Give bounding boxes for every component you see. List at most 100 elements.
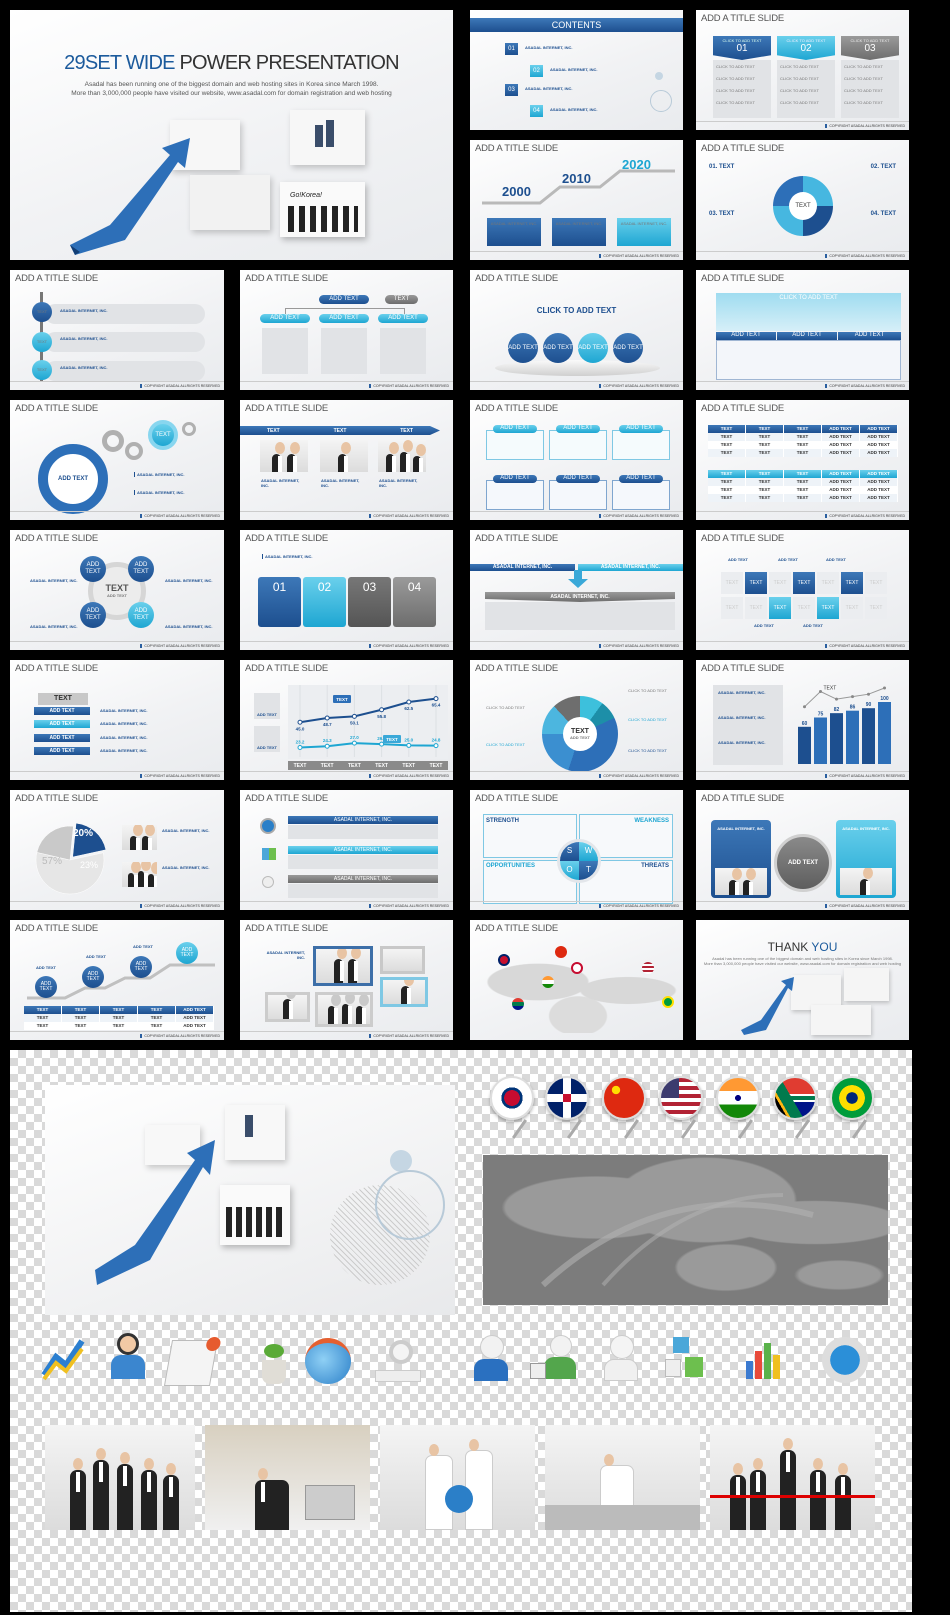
copyright: COPYRIGHT ASADAL ALLRIGHTS RESERVED [599,514,679,518]
column-header[interactable]: CLICK TO ADD TEXT 01 [713,36,771,60]
magnifier-book-icon [375,1340,421,1386]
grid-cell[interactable]: TEXT [793,572,815,594]
slide-donut[interactable]: ADD A TITLE SLIDE TEXT ADD TEXT CLICK TO … [470,660,683,780]
slide-pie[interactable]: ADD A TITLE SLIDE 20% 57% 23% ASADAL INT… [10,790,224,910]
slide-banners[interactable]: ADD A TITLE SLIDE ASADAL INTERNET, INC. … [240,790,453,910]
org-node[interactable]: ADD TEXT [378,314,428,323]
step-sphere[interactable]: ADD TEXT [35,976,57,998]
merge-band-right: ASADAL INTERNET, INC. [578,564,683,571]
contents-item-1[interactable]: 01 [505,43,518,55]
slide-world-map[interactable]: ADD A TITLE SLIDE [470,920,683,1040]
slide-bar-chart[interactable]: ADD A TITLE SLIDE ASADAL INTERNET, INC. … [696,660,909,780]
box-tab[interactable]: ADD TEXT [493,425,537,433]
slide-six-boxes[interactable]: ADD A TITLE SLIDE ADD TEXT ADD TEXT ADD … [470,400,683,520]
box-tab[interactable]: ADD TEXT [619,425,663,433]
grid-cell[interactable]: TEXT [745,572,767,594]
slide-header-boxes[interactable]: ADD A TITLE SLIDE CLICK TO ADD TEXT ADD … [696,270,909,390]
box-tab[interactable]: ADD TEXT [493,475,537,483]
sphere[interactable]: ADD TEXT [128,602,154,628]
contents-item-4[interactable]: 04 [530,105,543,117]
photo [840,868,892,895]
table-cell: TEXT [708,486,746,494]
x-tick-label: TEXT [430,763,443,769]
stack-item[interactable]: ADD TEXT [34,747,90,755]
slide-stack[interactable]: ADD A TITLE SLIDE TEXT ADD TEXT ADD TEXT… [10,660,224,780]
slide-spheres[interactable]: ADD A TITLE SLIDE CLICK TO ADD TEXT ADD … [470,270,683,390]
slide-steps[interactable]: ADD A TITLE SLIDE ADD TEXT ADD TEXT ADD … [10,920,224,1040]
grid-cell[interactable]: TEXT [817,597,839,619]
step-sphere[interactable]: ADD TEXT [130,956,152,978]
box-tab[interactable]: ADD TEXT [619,475,663,483]
sphere[interactable]: ADD TEXT [80,602,106,628]
flag-south-africa-icon [773,1076,817,1120]
grid-cell[interactable]: TEXT [817,572,839,594]
org-node[interactable]: ADD TEXT [260,314,310,323]
contents-label-2: ASADAL INTERNET, INC. [550,67,598,72]
grid-label: ADD TEXT [778,557,798,562]
contents-item-2[interactable]: 02 [530,65,543,77]
slide-quad-circle[interactable]: ADD A TITLE SLIDE 01. TEXT 02. TEXT 03. … [696,140,909,260]
copyright: COPYRIGHT ASADAL ALLRIGHTS RESERVED [599,644,679,648]
step-sphere[interactable]: ADD TEXT [82,966,104,988]
grid-cell[interactable]: TEXT [721,597,743,619]
pie-caption: ASADAL INTERNET, INC. [162,828,210,833]
step-sphere[interactable]: ADD TEXT [176,942,198,964]
card-3[interactable]: 03 [348,577,391,627]
slide-merge-arrows[interactable]: ADD A TITLE SLIDE ASADAL INTERNET, INC. … [470,530,683,650]
card-2[interactable]: 02 [303,577,346,627]
sphere[interactable]: ADD TEXT [543,333,573,363]
card-4[interactable]: 04 [393,577,436,627]
slide-cover[interactable]: 29SET WIDE POWER PRESENTATION Asadal has… [10,10,453,260]
slide-numbered-cards[interactable]: ADD A TITLE SLIDE ASADAL INTERNET, INC. … [240,530,453,650]
slide-line-chart[interactable]: ADD A TITLE SLIDE ADD TEXT ADD TEXT TEXT… [240,660,453,780]
grid-cell[interactable]: TEXT [841,572,863,594]
sphere[interactable]: ADD TEXT [613,333,643,363]
slide-timeline[interactable]: ADD A TITLE SLIDE 2000 2010 2020 ASADAL … [470,140,683,260]
card-1[interactable]: 01 [258,577,301,627]
org-node[interactable]: ADD TEXT [319,314,369,323]
sphere[interactable]: ADD TEXT [508,333,538,363]
grid-cell[interactable]: TEXT [721,572,743,594]
grid-cell[interactable]: TEXT [865,597,887,619]
box-tab[interactable]: ADD TEXT [556,475,600,483]
text-grid: TEXT TEXT TEXT TEXT TEXT TEXT TEXT TEXT TEXT TEXT… [721,572,907,622]
slide-org-chart[interactable]: ADD A TITLE SLIDE ADD TEXT TEXT ADD TEXT… [240,270,453,390]
slide-swot[interactable]: ADD A TITLE SLIDE STRENGTH WEAKNESS OPPO… [470,790,683,910]
slide-photo-collage[interactable]: ADD A TITLE SLIDE ASADAL INTERNET, INC. … [240,920,453,1040]
box-tab[interactable]: ADD TEXT [556,425,600,433]
slide-text-grid[interactable]: ADD A TITLE SLIDE TEXT TEXT TEXT TEXT TEXT TE… [696,530,909,650]
stack-item[interactable]: ADD TEXT [34,734,90,742]
grid-cell[interactable]: TEXT [769,597,791,619]
contents-label-4: ASADAL INTERNET, INC. [550,107,598,112]
grid-cell[interactable]: TEXT [793,597,815,619]
flag-china-icon [555,946,567,958]
grid-cell[interactable]: TEXT [841,597,863,619]
slide-arrow-photos[interactable]: ADD A TITLE SLIDE TEXT TEXT TEXT ASADAL IN… [240,400,453,520]
column-header[interactable]: CLICK TO ADD TEXT 02 [777,36,835,60]
table-row: TEXT TEXT TEXT ADD TEXT ADD TEXT [708,486,898,494]
slide-thank-you[interactable]: THANK YOU Asadal has been running one of… [696,920,909,1040]
grid-cell[interactable]: TEXT [769,572,791,594]
stack-item[interactable]: ADD TEXT [34,720,90,728]
column-header[interactable]: CLICK TO ADD TEXT 03 [841,36,899,60]
slide-contents[interactable]: CONTENTS 01 02 03 04 ASADAL INTERNET, IN… [470,10,683,130]
year-2010: 2010 [562,171,591,186]
org-side[interactable]: TEXT [385,295,418,304]
slide-vertical-list[interactable]: ADD A TITLE SLIDE TEXT TEXT TEXT ASADAL … [10,270,224,390]
slide-four-circles[interactable]: ADD A TITLE SLIDE TEXT ADD TEXT ADD TEXT … [10,530,224,650]
slide-tables[interactable]: ADD A TITLE SLIDE TEXT TEXT TEXT ADD TEXT AD… [696,400,909,520]
slide-rings[interactable]: ADD A TITLE SLIDE ADD TEXT TEXT ASADAL I… [10,400,224,520]
contents-item-3[interactable]: 03 [505,84,518,96]
sphere[interactable]: ADD TEXT [128,556,154,582]
grid-cell[interactable]: TEXT [745,597,767,619]
org-root[interactable]: ADD TEXT [319,295,369,304]
copyright: COPYRIGHT ASADAL ALLRIGHTS RESERVED [599,254,679,258]
bar [878,702,891,764]
sphere[interactable]: ADD TEXT [80,556,106,582]
sphere[interactable]: ADD TEXT [578,333,608,363]
stack-item[interactable]: ADD TEXT [34,707,90,715]
slide-hex-photos[interactable]: ADD A TITLE SLIDE ASADAL INTERNET, INC. … [696,790,909,910]
copyright: COPYRIGHT ASADAL ALLRIGHTS RESERVED [369,644,449,648]
grid-cell[interactable]: TEXT [865,572,887,594]
slide-three-columns[interactable]: ADD A TITLE SLIDE CLICK TO ADD TEXT 01 CLI… [696,10,909,130]
